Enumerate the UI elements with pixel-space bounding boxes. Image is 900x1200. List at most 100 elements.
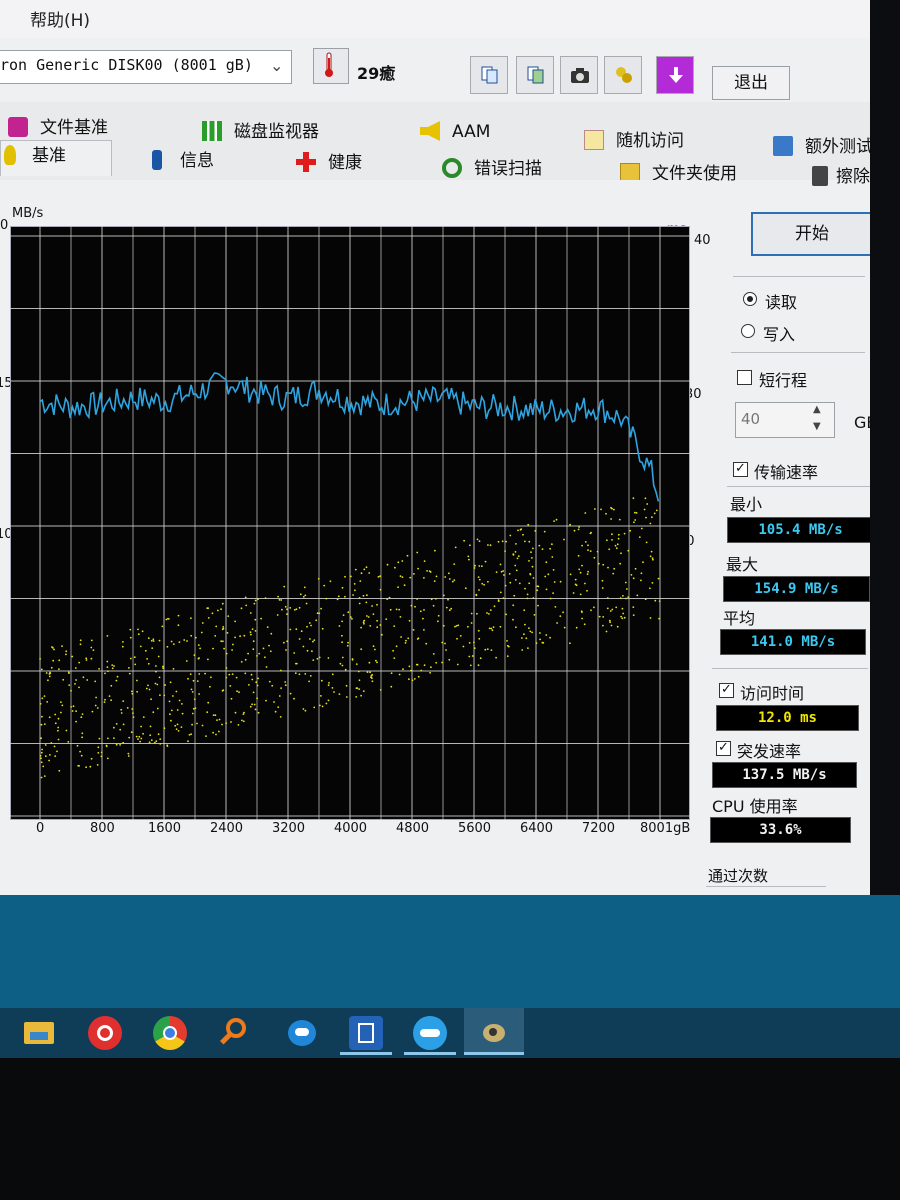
access-time-point — [408, 665, 411, 668]
access-time-point — [547, 573, 550, 576]
access-time-point — [344, 668, 347, 671]
tab-label: 基准 — [32, 146, 66, 166]
access-time-point — [420, 669, 423, 672]
access-time-point — [293, 652, 296, 654]
burst-rate-checkbox[interactable]: ✓ — [716, 741, 731, 756]
tab-file-benchmark[interactable]: 文件基准 — [8, 113, 108, 138]
access-time-point — [191, 723, 194, 726]
access-time-point — [111, 667, 114, 670]
netease-music-icon[interactable] — [88, 1016, 122, 1050]
access-time-point — [298, 638, 301, 640]
menu-help[interactable]: 帮助(H) — [30, 6, 90, 31]
write-radio[interactable] — [741, 324, 755, 338]
access-time-point — [177, 614, 180, 617]
access-time-point — [40, 751, 43, 754]
copy-info-button[interactable] — [470, 56, 508, 94]
tab-erase[interactable]: 擦除 — [812, 162, 870, 187]
access-time-point — [376, 603, 378, 606]
access-time-point — [137, 628, 139, 631]
exit-button[interactable]: 退出 — [712, 66, 790, 100]
access-time-point — [295, 608, 298, 611]
access-time-point — [316, 657, 319, 660]
access-time-point — [410, 669, 412, 672]
access-time-point — [651, 516, 653, 519]
short-stroke-value: 40 — [741, 410, 761, 428]
screenshot-button[interactable] — [560, 56, 598, 94]
qianniu-icon[interactable] — [349, 1016, 383, 1050]
access-time-point — [72, 705, 75, 708]
access-time-point — [605, 512, 607, 515]
access-time-point — [551, 543, 553, 546]
access-time-point — [78, 661, 81, 664]
file-benchmark-icon — [8, 117, 28, 137]
tab-aam[interactable]: AAM — [420, 121, 490, 142]
access-time-point — [284, 605, 287, 608]
access-time-point — [362, 690, 365, 692]
tab-disk-monitor[interactable]: 磁盘监视器 — [202, 117, 319, 142]
access-time-point — [632, 606, 635, 608]
search-app-icon[interactable] — [218, 1016, 252, 1050]
access-time-point — [251, 703, 254, 706]
access-time-point — [475, 594, 478, 597]
start-button[interactable]: 开始 — [751, 212, 870, 256]
access-time-point — [212, 714, 215, 716]
access-time-point — [65, 650, 68, 653]
tab-benchmark[interactable]: 基准 — [4, 141, 66, 166]
access-time-point — [44, 744, 47, 746]
wrench-icon — [616, 67, 632, 83]
file-explorer-icon[interactable] — [22, 1016, 56, 1050]
access-time-point — [365, 566, 368, 569]
options-button[interactable] — [604, 56, 642, 94]
short-stroke-checkbox[interactable] — [737, 370, 752, 385]
access-time-point — [518, 582, 521, 585]
tab-extra-tests[interactable]: 额外测试 — [773, 132, 870, 157]
chevron-down-icon[interactable]: ▼ — [813, 421, 821, 432]
access-time-point — [249, 631, 252, 634]
tab-info[interactable]: 信息 — [152, 146, 214, 171]
access-time-checkbox[interactable]: ✓ — [719, 683, 734, 698]
access-time-point — [355, 696, 358, 698]
access-time-point — [258, 652, 261, 655]
read-radio[interactable] — [743, 292, 757, 306]
gb-unit-label: GB — [854, 413, 870, 432]
access-time-point — [90, 657, 93, 660]
save-button[interactable] — [656, 56, 694, 94]
access-time-point — [602, 616, 605, 618]
access-time-point — [185, 660, 188, 662]
copy-screenshot-button[interactable] — [516, 56, 554, 94]
access-time-point — [304, 673, 307, 675]
edge-icon[interactable] — [285, 1016, 319, 1050]
chevron-down-icon[interactable]: ⌄ — [270, 56, 283, 75]
access-time-point — [587, 570, 589, 573]
access-time-point — [212, 647, 214, 650]
access-time-point — [191, 712, 194, 715]
access-time-point — [138, 735, 141, 738]
access-time-point — [48, 716, 51, 719]
hdtune-icon[interactable] — [477, 1016, 511, 1050]
access-time-point — [140, 725, 143, 728]
avg-value: 141.0 MB/s — [720, 629, 866, 655]
access-time-point — [459, 635, 462, 637]
access-time-point — [532, 597, 535, 599]
access-time-point — [257, 711, 260, 714]
chat-app-icon[interactable] — [413, 1016, 447, 1050]
transfer-rate-checkbox[interactable]: ✓ — [733, 462, 748, 477]
access-time-point — [534, 530, 537, 532]
access-time-point — [254, 618, 257, 621]
access-time-point — [649, 617, 652, 619]
access-time-point — [454, 625, 456, 628]
access-time-point — [162, 665, 164, 668]
access-time-point — [197, 644, 200, 646]
tab-error-scan[interactable]: 错误扫描 — [442, 154, 542, 179]
access-time-point — [437, 614, 440, 617]
access-time-point — [398, 608, 401, 611]
access-time-point — [49, 754, 51, 756]
chrome-icon[interactable] — [153, 1016, 187, 1050]
access-time-point — [130, 731, 133, 734]
tab-random-access[interactable]: 随机访问 — [584, 126, 684, 151]
chevron-up-icon[interactable]: ▲ — [813, 404, 821, 415]
access-time-point — [207, 607, 210, 610]
access-time-point — [505, 613, 507, 616]
tab-health[interactable]: 健康 — [296, 148, 362, 173]
access-time-point — [309, 638, 311, 640]
